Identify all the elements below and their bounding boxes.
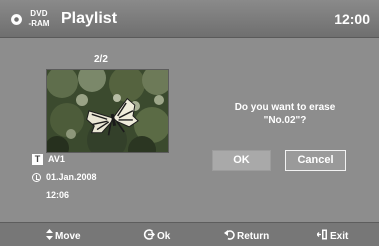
exit-label: Exit bbox=[330, 231, 349, 242]
footer-move: Move bbox=[46, 229, 81, 243]
record-time: 12:06 bbox=[46, 190, 70, 200]
butterfly-thumbnail bbox=[46, 69, 169, 153]
dvd-ram-format-icon: DVD -RAM bbox=[24, 9, 54, 30]
exit-icon bbox=[316, 229, 328, 243]
page-indicator: 2/2 bbox=[94, 54, 108, 65]
date-row: 01.Jan.2008 bbox=[32, 172, 97, 183]
time-row: 12:06 bbox=[46, 190, 69, 201]
content-panel: 2/2 T AV1 01.Jan.2008 12:06 Do you want … bbox=[0, 39, 379, 222]
footer-bar: Move Ok Return Exit bbox=[0, 222, 379, 246]
confirm-line2: "No.02"? bbox=[263, 115, 307, 126]
format-line2: -RAM bbox=[28, 19, 50, 28]
return-label: Return bbox=[237, 231, 270, 242]
header-bar: DVD -RAM Playlist 12:00 bbox=[0, 0, 379, 38]
updown-arrows-icon bbox=[46, 229, 53, 243]
ok-button[interactable]: OK bbox=[212, 150, 271, 171]
playlist-screen: DVD -RAM Playlist 12:00 2/2 T AV1 01.Jan… bbox=[0, 0, 379, 246]
page-title: Playlist bbox=[61, 10, 118, 27]
footer-return: Return bbox=[224, 229, 269, 243]
format-line1: DVD bbox=[30, 9, 48, 18]
confirm-line1: Do you want to erase bbox=[234, 102, 336, 113]
footer-exit: Exit bbox=[316, 229, 349, 243]
ok-hint-label: Ok bbox=[157, 231, 171, 242]
source-label: AV1 bbox=[48, 154, 65, 164]
footer-ok: Ok bbox=[143, 229, 170, 243]
clock-icon bbox=[32, 173, 41, 182]
enter-icon bbox=[143, 229, 155, 243]
move-label: Move bbox=[55, 231, 81, 242]
record-date: 01.Jan.2008 bbox=[46, 172, 97, 182]
dvd-disc-icon bbox=[11, 14, 22, 25]
erase-confirm-message: Do you want to erase "No.02"? bbox=[210, 101, 360, 127]
return-arrow-icon bbox=[224, 229, 235, 243]
title-badge-icon: T bbox=[32, 154, 43, 165]
clock: 12:00 bbox=[334, 11, 370, 27]
source-row: T AV1 bbox=[32, 154, 65, 165]
cancel-button[interactable]: Cancel bbox=[285, 150, 346, 171]
